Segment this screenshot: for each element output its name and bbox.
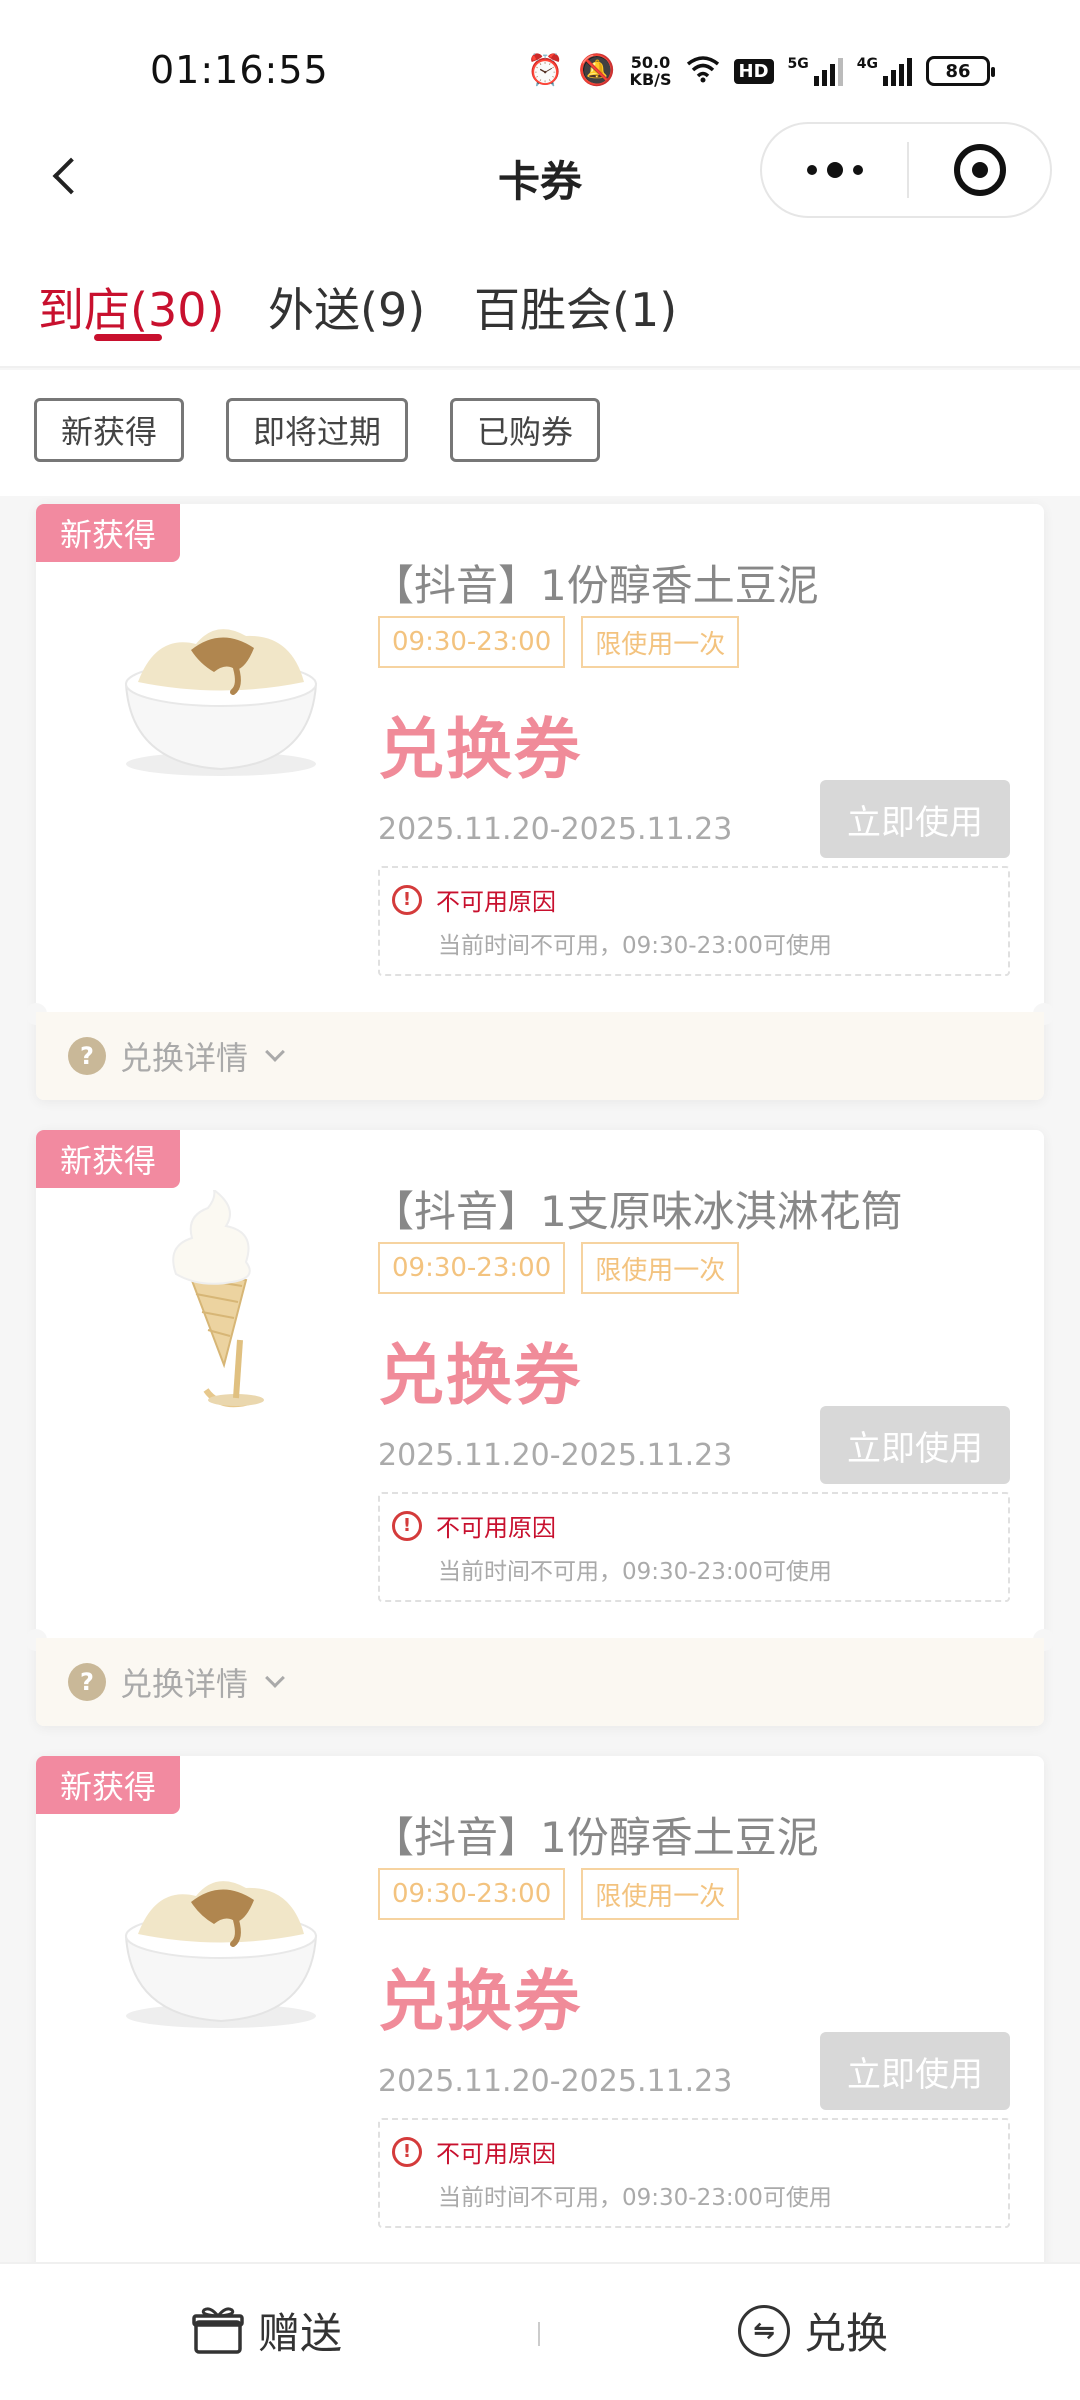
battery-icon: 86 bbox=[926, 56, 995, 86]
coupon-card[interactable]: 新获得 【抖音】1份醇香土豆泥 09:30-23:00 限使用一次 兑换券 20… bbox=[36, 1756, 1044, 2276]
coupon-title: 【抖音】1支原味冰淇淋花筒 bbox=[372, 1187, 903, 1236]
net-speed: 50.0 KB/S bbox=[630, 54, 672, 88]
miniapp-capsule bbox=[760, 122, 1052, 218]
new-badge: 新获得 bbox=[36, 504, 180, 562]
coupon-tags: 09:30-23:00 限使用一次 bbox=[378, 616, 740, 668]
question-icon: ? bbox=[68, 1663, 106, 1701]
details-label: 兑换详情 bbox=[120, 1039, 249, 1077]
reason-desc: 当前时间不可用，09:30-23:00可使用 bbox=[438, 933, 832, 959]
exchange-details-toggle[interactable]: ? 兑换详情 bbox=[36, 1638, 1044, 1726]
active-tab-indicator bbox=[94, 334, 162, 341]
coupon-tags: 09:30-23:00 限使用一次 bbox=[378, 1242, 740, 1294]
use-now-button[interactable]: 立即使用 bbox=[820, 1406, 1010, 1484]
nav-bar: 卡券 bbox=[0, 120, 1080, 230]
coupon-type: 兑换券 bbox=[378, 711, 582, 788]
hd-icon: HD bbox=[733, 58, 774, 84]
coupon-type: 兑换券 bbox=[378, 1337, 582, 1414]
sig-4g-label: 4G bbox=[856, 56, 878, 72]
limit-tag: 限使用一次 bbox=[581, 1868, 740, 1920]
coupon-title: 【抖音】1份醇香土豆泥 bbox=[372, 1813, 819, 1862]
signal-5g-icon: 5G bbox=[788, 56, 843, 86]
wifi-icon bbox=[686, 55, 720, 87]
new-badge: 新获得 bbox=[36, 1756, 180, 1814]
battery-level: 86 bbox=[945, 60, 971, 82]
coupon-validity: 2025.11.20-2025.11.23 bbox=[378, 1438, 733, 1473]
unavailable-reason: ! 不可用原因 当前时间不可用，09:30-23:00可使用 bbox=[378, 1492, 1010, 1602]
net-speed-unit: KB/S bbox=[629, 70, 672, 89]
gift-label: 赠送 bbox=[258, 2309, 343, 2358]
time-tag: 09:30-23:00 bbox=[378, 1868, 566, 1920]
time-tag: 09:30-23:00 bbox=[378, 616, 566, 668]
coupon-type: 兑换券 bbox=[378, 1963, 582, 2040]
filter-purchased[interactable]: 已购券 bbox=[450, 398, 601, 462]
new-badge: 新获得 bbox=[36, 1130, 180, 1188]
use-now-button[interactable]: 立即使用 bbox=[820, 2032, 1010, 2110]
more-dot-icon bbox=[806, 165, 817, 175]
status-bar: 01:16:55 ⏰ 🔕 50.0 KB/S HD 5G 4G 86 bbox=[0, 0, 1080, 140]
mute-bell-icon: 🔕 bbox=[578, 53, 616, 88]
unavailable-reason: ! 不可用原因 当前时间不可用，09:30-23:00可使用 bbox=[378, 2118, 1010, 2228]
more-dot-icon bbox=[852, 165, 863, 175]
ice-cream-cone-image bbox=[96, 1187, 346, 1440]
alert-icon: ! bbox=[392, 1510, 422, 1541]
coupon-card[interactable]: 新获得 【抖音】1支原味冰淇淋花筒 09:30-23:00 限使用一次 兑换券 … bbox=[25, 1130, 1055, 1726]
details-label: 兑换详情 bbox=[120, 1665, 249, 1703]
alert-icon: ! bbox=[392, 884, 422, 915]
filter-expiring[interactable]: 即将过期 bbox=[226, 398, 409, 462]
gift-icon bbox=[192, 2306, 244, 2356]
exchange-label: 兑换 bbox=[804, 2309, 889, 2358]
coupon-validity: 2025.11.20-2025.11.23 bbox=[378, 812, 733, 847]
target-icon bbox=[953, 144, 1006, 196]
exchange-button[interactable]: ⇋ 兑换 bbox=[738, 2300, 888, 2361]
sig-5g-label: 5G bbox=[787, 56, 809, 72]
coupon-validity: 2025.11.20-2025.11.23 bbox=[378, 2064, 733, 2099]
chevron-down-icon bbox=[265, 1668, 285, 1688]
exchange-icon: ⇋ bbox=[738, 2304, 790, 2357]
tab-delivery[interactable]: 外送(9) bbox=[268, 274, 425, 340]
time-tag: 09:30-23:00 bbox=[378, 1242, 566, 1294]
gift-button[interactable]: 赠送 bbox=[192, 2300, 342, 2361]
limit-tag: 限使用一次 bbox=[581, 616, 740, 668]
coupon-title: 【抖音】1份醇香土豆泥 bbox=[372, 561, 819, 610]
limit-tag: 限使用一次 bbox=[581, 1242, 740, 1294]
chevron-down-icon bbox=[265, 1042, 285, 1062]
more-button[interactable] bbox=[762, 162, 907, 178]
coupon-tags: 09:30-23:00 限使用一次 bbox=[378, 1868, 740, 1920]
reason-desc: 当前时间不可用，09:30-23:00可使用 bbox=[438, 2185, 832, 2211]
exchange-details-toggle[interactable]: ? 兑换详情 bbox=[36, 1012, 1044, 1100]
status-time: 01:16:55 bbox=[150, 48, 329, 92]
reason-title: 不可用原因 bbox=[436, 1514, 556, 1542]
coupon-card[interactable]: 新获得 【抖音】1份醇香土豆泥 09:30-23:00 限使用一次 兑换券 20… bbox=[25, 504, 1055, 1100]
more-dot-icon bbox=[826, 162, 843, 178]
signal-4g-icon: 4G bbox=[857, 56, 912, 86]
use-now-button[interactable]: 立即使用 bbox=[820, 780, 1010, 858]
alarm-icon: ⏰ bbox=[526, 53, 565, 88]
tab-bar: 到店(30) 外送(9) 百胜会(1) bbox=[0, 230, 1080, 368]
reason-title: 不可用原因 bbox=[436, 888, 556, 916]
unavailable-reason: ! 不可用原因 当前时间不可用，09:30-23:00可使用 bbox=[378, 866, 1010, 976]
bottom-divider bbox=[538, 2322, 540, 2346]
close-miniapp-button[interactable] bbox=[909, 144, 1050, 196]
filter-new[interactable]: 新获得 bbox=[34, 398, 185, 462]
mashed-potato-image bbox=[96, 564, 346, 814]
alert-icon: ! bbox=[392, 2136, 422, 2167]
net-speed-value: 50.0 bbox=[630, 53, 671, 72]
filter-bar: 新获得 即将过期 已购券 bbox=[0, 370, 1080, 496]
reason-desc: 当前时间不可用，09:30-23:00可使用 bbox=[438, 1559, 832, 1585]
bottom-action-bar: 赠送 ⇋ 兑换 bbox=[0, 2262, 1080, 2400]
tab-yum-club[interactable]: 百胜会(1) bbox=[474, 274, 677, 340]
tab-in-store[interactable]: 到店(30) bbox=[38, 274, 224, 340]
reason-title: 不可用原因 bbox=[436, 2140, 556, 2168]
question-icon: ? bbox=[68, 1037, 106, 1075]
mashed-potato-image bbox=[96, 1816, 346, 2066]
status-icons: ⏰ 🔕 50.0 KB/S HD 5G 4G 86 bbox=[526, 46, 995, 96]
